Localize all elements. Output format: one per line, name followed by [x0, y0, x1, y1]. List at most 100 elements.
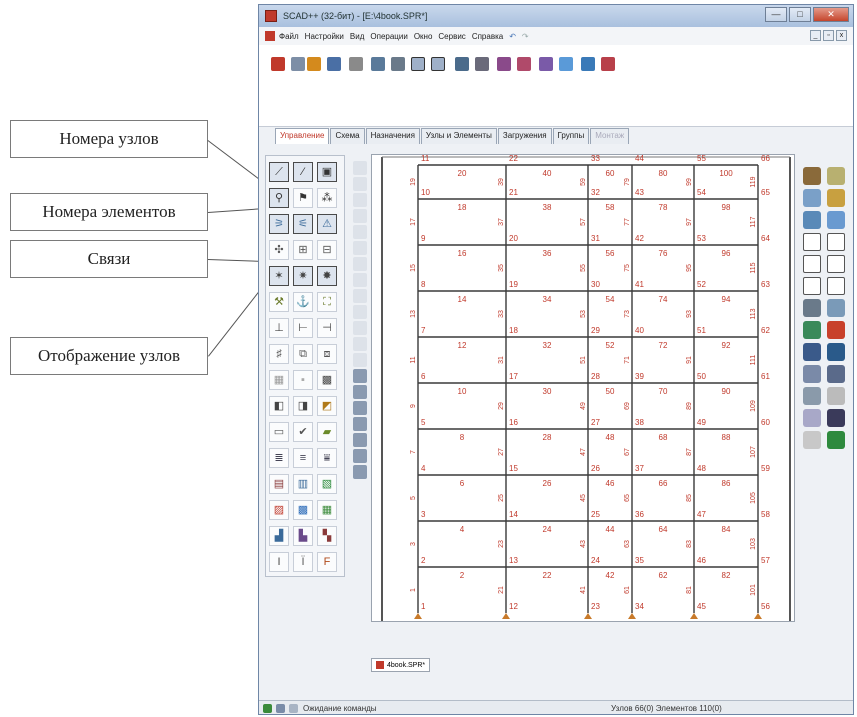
profile-icon[interactable]: ≣ — [269, 448, 289, 468]
levels-icon[interactable] — [827, 189, 845, 207]
report-icon[interactable] — [497, 57, 511, 71]
open-icon[interactable] — [271, 57, 285, 71]
rigid-end-icon[interactable]: ⧈ — [317, 344, 337, 364]
section-alt-icon[interactable]: ▥ — [293, 474, 313, 494]
strip-mark-icon[interactable] — [353, 225, 367, 239]
section-list-icon[interactable]: ▧ — [317, 474, 337, 494]
strip-plus-icon[interactable] — [353, 385, 367, 399]
strip-check-icon[interactable] — [353, 289, 367, 303]
element-flag-icon[interactable]: ⚑ — [293, 188, 313, 208]
results-icon[interactable] — [601, 57, 615, 71]
bed-icon[interactable] — [827, 321, 845, 339]
tree-icon[interactable] — [371, 57, 385, 71]
strip-bars-icon[interactable] — [353, 465, 367, 479]
menu-view[interactable]: Вид — [350, 32, 364, 41]
tab-groups[interactable]: Группы — [552, 128, 590, 144]
circle-icon[interactable] — [827, 343, 845, 361]
hat-icon[interactable] — [803, 321, 821, 339]
menu-help[interactable]: Справка — [472, 32, 503, 41]
minimize-button[interactable]: — — [765, 7, 787, 22]
font-f-icon[interactable]: F — [317, 552, 337, 572]
table-a-icon[interactable]: ▟ — [269, 526, 289, 546]
tab-nodes-elements[interactable]: Узлы и Элементы — [420, 128, 497, 144]
cube-view-icon[interactable] — [803, 233, 821, 251]
axes-rotate-icon[interactable]: ⊣ — [317, 318, 337, 338]
model-canvas[interactable]: 1 2 3 4 5 6 7 8 9 10 11 12 13 14 15 16 17 18 19 20 21 22 23 24 2… — [371, 154, 795, 622]
node-dot-icon[interactable]: ▪ — [293, 370, 313, 390]
mesh-icon[interactable]: ▩ — [317, 370, 337, 390]
hinge-box-icon[interactable]: ⛶ — [317, 292, 337, 312]
profile-alt-icon[interactable]: ≡ — [293, 448, 313, 468]
menu-file[interactable]: Файл — [279, 32, 299, 41]
node-display-icon[interactable]: ▦ — [269, 370, 289, 390]
wire-cube-alt-icon[interactable] — [827, 409, 845, 427]
table-view-icon[interactable] — [803, 387, 821, 405]
tab-scheme[interactable]: Схема — [330, 128, 365, 144]
green-square-icon[interactable] — [827, 387, 845, 405]
grid-blue-icon[interactable]: ▩ — [293, 500, 313, 520]
menu-service[interactable]: Сервис — [438, 32, 465, 41]
restraint-show-icon[interactable]: ✣ — [269, 240, 289, 260]
cube-icon[interactable]: ◨ — [293, 396, 313, 416]
strip-chart-icon[interactable] — [353, 449, 367, 463]
strip-pin-icon[interactable] — [353, 161, 367, 175]
restraint-link-icon[interactable]: ⊟ — [317, 240, 337, 260]
grid-green-icon[interactable]: ▦ — [317, 500, 337, 520]
axes-icon[interactable]: ⊥ — [269, 318, 289, 338]
strip-curve-icon[interactable] — [353, 257, 367, 271]
ball-icon[interactable] — [803, 365, 821, 383]
strip-brush-icon[interactable] — [353, 177, 367, 191]
strip-lock-icon[interactable] — [353, 209, 367, 223]
hinge-icon[interactable]: ⚒ — [269, 292, 289, 312]
tab-mounting[interactable]: Монтаж — [590, 128, 630, 144]
shapes-icon[interactable] — [803, 189, 821, 207]
box-alt-icon[interactable] — [827, 255, 845, 273]
strip-tag-icon[interactable] — [353, 193, 367, 207]
maximize-button[interactable]: □ — [789, 7, 811, 22]
grid-view-icon[interactable] — [411, 57, 425, 71]
cross-icon[interactable] — [827, 365, 845, 383]
rect-icon[interactable] — [827, 211, 845, 229]
rigid-alt-icon[interactable]: ⧉ — [293, 344, 313, 364]
link-alt-icon[interactable]: ✷ — [293, 266, 313, 286]
save-icon[interactable] — [327, 57, 341, 71]
dashes-icon[interactable] — [803, 277, 821, 295]
line-icon[interactable] — [803, 431, 821, 449]
eraser-icon[interactable] — [827, 167, 845, 185]
properties-icon[interactable] — [391, 57, 405, 71]
mdi-close-button[interactable]: x — [836, 30, 847, 41]
strip-fill-icon[interactable] — [353, 369, 367, 383]
status-grid-icon[interactable] — [289, 704, 298, 713]
strip-dot-icon[interactable] — [353, 321, 367, 335]
link-icon[interactable]: ✶ — [269, 266, 289, 286]
menu-operations[interactable]: Операции — [370, 32, 407, 41]
filter-icon[interactable] — [803, 211, 821, 229]
redo-icon[interactable]: ↷ — [522, 32, 529, 41]
hinge-alt-icon[interactable]: ⚓ — [293, 292, 313, 312]
strip-table-icon[interactable] — [353, 417, 367, 431]
grid-red-icon[interactable]: ▨ — [269, 500, 289, 520]
strip-tree-icon[interactable] — [353, 401, 367, 415]
tab-control[interactable]: Управление — [275, 128, 330, 144]
grid-icon[interactable] — [827, 277, 845, 295]
font-alt-icon[interactable]: Ϊ — [293, 552, 313, 572]
grid-view2-icon[interactable] — [431, 57, 445, 71]
chart-icon[interactable] — [517, 57, 531, 71]
solid-icon[interactable]: ◧ — [269, 396, 289, 416]
element-numbers-icon[interactable]: ⚞ — [269, 214, 289, 234]
element-type-icon[interactable]: ⚠ — [317, 214, 337, 234]
rigid-icon[interactable]: ♯ — [269, 344, 289, 364]
box-view-icon[interactable] — [803, 255, 821, 273]
menu-window[interactable]: Окно — [414, 32, 433, 41]
export-icon[interactable] — [581, 57, 595, 71]
tab-loads[interactable]: Загружения — [497, 128, 552, 144]
restraint-node-icon[interactable]: ⊞ — [293, 240, 313, 260]
loads-icon[interactable]: ▰ — [317, 422, 337, 442]
table-c-icon[interactable]: ▚ — [317, 526, 337, 546]
strip-list-icon[interactable] — [353, 305, 367, 319]
edit-icon[interactable] — [307, 57, 321, 71]
undo-icon[interactable]: ↶ — [509, 32, 516, 41]
profile-mesh-icon[interactable]: ⩸ — [317, 448, 337, 468]
strip-box-icon[interactable] — [353, 273, 367, 287]
element-select-icon[interactable]: ⁄ — [293, 162, 313, 182]
